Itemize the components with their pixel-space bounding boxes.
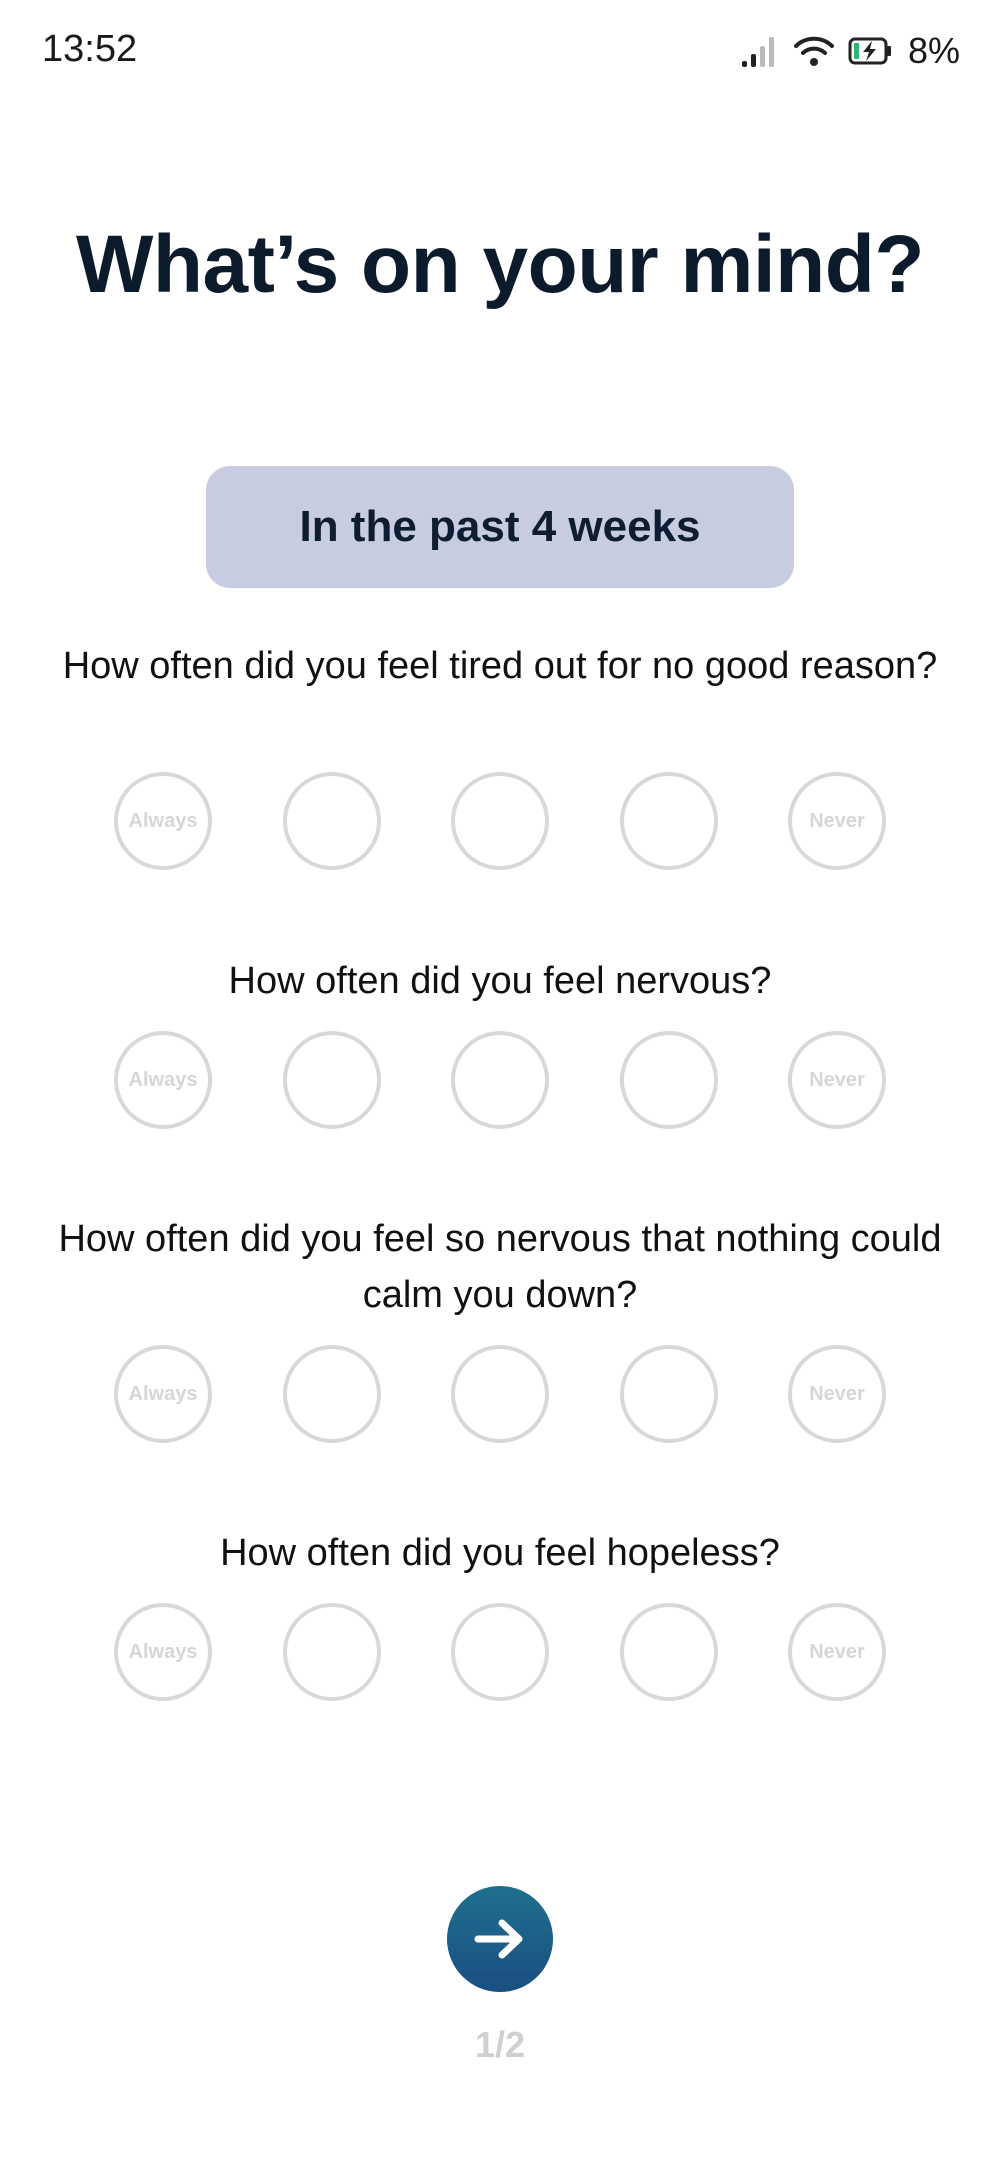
option-never[interactable]: Never	[788, 1603, 886, 1701]
option-always[interactable]: Always	[114, 1345, 212, 1443]
question-text: How often did you feel so nervous that n…	[58, 1218, 942, 1316]
status-bar: 13:52 8%	[0, 0, 1000, 104]
option-3[interactable]	[451, 1345, 549, 1443]
option-2[interactable]	[282, 1603, 381, 1701]
options-question-2: Always Never	[114, 1031, 886, 1129]
option-4[interactable]	[619, 1031, 718, 1129]
page-indicator: 1/2	[474, 2024, 526, 2065]
option-never[interactable]: Never	[788, 1031, 886, 1129]
option-4[interactable]	[619, 772, 718, 870]
question-3: How often did you feel so nervous that n…	[40, 1211, 960, 1323]
option-2[interactable]	[282, 1345, 381, 1443]
option-3[interactable]	[451, 1031, 549, 1129]
option-4[interactable]	[619, 1603, 718, 1701]
option-2[interactable]	[282, 772, 381, 870]
option-always[interactable]: Always	[114, 1031, 212, 1129]
battery-percent: 8%	[907, 30, 960, 71]
option-3[interactable]	[451, 1603, 549, 1701]
period-pill: In the past 4 weeks	[206, 466, 794, 588]
question-2: How often did you feel nervous?	[40, 953, 960, 1009]
options-question-4: Always Never	[114, 1603, 886, 1701]
battery-charging-icon	[848, 36, 894, 66]
question-text: How often did you feel hopeless?	[220, 1532, 780, 1574]
option-4[interactable]	[619, 1345, 718, 1443]
option-never[interactable]: Never	[788, 1345, 886, 1443]
wifi-icon	[793, 34, 834, 68]
option-2[interactable]	[282, 1031, 381, 1129]
options-question-3: Always Never	[114, 1345, 886, 1443]
status-icons: 8%	[740, 30, 960, 72]
signal-icon	[740, 33, 780, 69]
question-1: How often did you feel tired out for no …	[40, 638, 960, 694]
status-time: 13:52	[42, 28, 138, 70]
option-always[interactable]: Always	[114, 772, 212, 870]
option-always[interactable]: Always	[114, 1603, 212, 1701]
question-text: How often did you feel nervous?	[228, 960, 772, 1002]
option-3[interactable]	[451, 772, 549, 870]
question-4: How often did you feel hopeless?	[40, 1525, 960, 1581]
next-button[interactable]	[447, 1886, 553, 1992]
question-text: How often did you feel tired out for no …	[62, 645, 938, 687]
option-never[interactable]: Never	[788, 772, 886, 870]
page-title: What’s on your mind?	[76, 219, 924, 310]
options-question-1: Always Never	[114, 772, 886, 870]
arrow-right-icon	[474, 1917, 526, 1961]
